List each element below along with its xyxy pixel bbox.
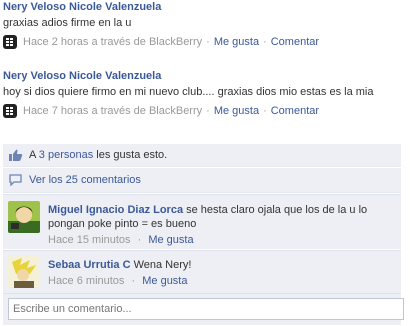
comment-item: Sebaa Urrutia C Wena Nery! Hace 6 minuto… [3,250,401,293]
comment-link[interactable]: Comentar [271,36,319,48]
comment-timestamp[interactable]: Hace 6 minutos [48,275,124,287]
separator: · [206,105,210,117]
post-text: hoy si dios quiere firmo en mi nuevo clu… [3,86,374,98]
post-author[interactable]: Nery Veloso Nicole Valenzuela [3,69,401,83]
view-comments-box: Ver los 25 comentarios [3,168,401,193]
likes-prefix: A [29,149,39,161]
post-meta: Hace 2 horas a través de BlackBerry · Me… [3,34,401,50]
like-link[interactable]: Me gusta [214,36,259,48]
post-timestamp[interactable]: Hace 2 horas a través de BlackBerry [23,36,202,48]
separator: · [263,36,267,48]
likes-people-link[interactable]: 3 personas [39,149,93,161]
like-link[interactable]: Me gusta [214,105,259,117]
separator: · [263,105,267,117]
post-timestamp[interactable]: Hace 7 horas a través de BlackBerry [23,105,202,117]
comment-item: Miguel Ignacio Diaz Lorca se hesta claro… [3,194,401,249]
comment-timestamp[interactable]: Hace 15 minutos [48,234,131,246]
comment-text: Wena Nery! [130,259,192,271]
blackberry-icon [3,104,17,118]
comment-link[interactable]: Comentar [271,105,319,117]
comment-bubble-icon [9,174,23,187]
comment-body: Miguel Ignacio Diaz Lorca se hesta claro… [48,203,395,247]
comment-like-link[interactable]: Me gusta [148,234,193,246]
comment-meta: Hace 6 minutos · Me gusta [48,274,395,288]
post-1: Nery Veloso Nicole Valenzuela graxias ad… [3,0,401,50]
thumbs-up-icon [9,149,23,161]
comment-body: Sebaa Urrutia C Wena Nery! Hace 6 minuto… [48,258,395,288]
blackberry-icon [3,35,17,49]
separator: · [137,234,142,246]
comment-input-box: Escribe un comentario... [3,293,404,325]
post-2: Nery Veloso Nicole Valenzuela hoy si dio… [3,69,401,119]
view-all-comments-link[interactable]: Ver los 25 comentarios [29,174,141,186]
comment-input[interactable]: Escribe un comentario... [8,298,404,320]
separator: · [206,36,210,48]
commenter-name[interactable]: Miguel Ignacio Diaz Lorca [48,204,183,216]
post-meta: Hace 7 horas a través de BlackBerry · Me… [3,103,401,119]
comment-like-link[interactable]: Me gusta [142,275,187,287]
likes-suffix: les gusta esto. [93,149,168,161]
avatar[interactable] [8,201,40,233]
comment-meta: Hace 15 minutos · Me gusta [48,233,395,247]
likes-box: A 3 personas les gusta esto. [3,144,401,167]
post-text: graxias adios firme en la u [3,17,132,29]
avatar[interactable] [8,256,40,288]
post-author[interactable]: Nery Veloso Nicole Valenzuela [3,0,401,14]
commenter-name[interactable]: Sebaa Urrutia C [48,259,131,271]
separator: · [131,275,136,287]
